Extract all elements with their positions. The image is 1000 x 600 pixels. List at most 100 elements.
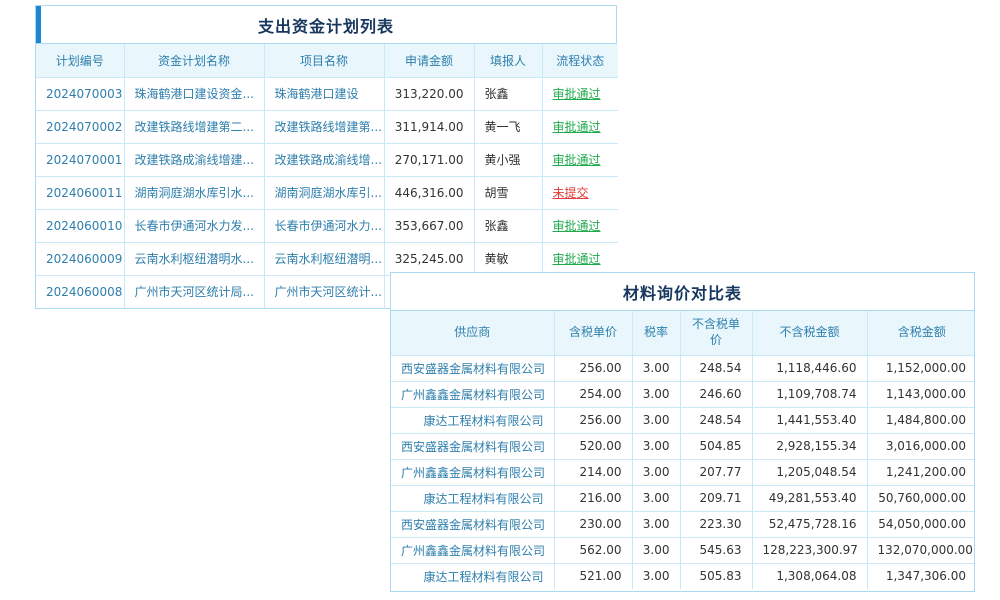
amount-without-tax-cell: 1,118,446.60 (752, 355, 867, 381)
supplier-link[interactable]: 西安盛器金属材料有限公司 (391, 355, 554, 381)
tax-rate-cell: 3.00 (632, 563, 680, 589)
table-row: 康达工程材料有限公司256.003.00248.541,441,553.401,… (391, 407, 975, 433)
price-with-tax-cell: 230.00 (554, 511, 632, 537)
price-with-tax-cell: 521.00 (554, 563, 632, 589)
status-link[interactable]: 未提交 (542, 176, 618, 209)
status-link[interactable]: 审批通过 (542, 143, 618, 176)
expenditure-plan-title: 支出资金计划列表 (258, 13, 394, 37)
project-name-link[interactable]: 云南水利枢纽潜明... (264, 242, 384, 275)
table-row: 2024060011湖南洞庭湖水库引水...湖南洞庭湖水库引...446,316… (36, 176, 618, 209)
amount-cell: 353,667.00 (384, 209, 474, 242)
price-without-tax-cell: 207.77 (680, 459, 752, 485)
fund-name-link[interactable]: 云南水利枢纽潜明水... (124, 242, 264, 275)
fund-name-link[interactable]: 珠海鹤港口建设资金... (124, 77, 264, 110)
price-without-tax-cell: 248.54 (680, 407, 752, 433)
column-header: 含税单价 (554, 311, 632, 355)
plan-no-link[interactable]: 2024070001 (36, 143, 124, 176)
project-name-link[interactable]: 广州市天河区统计... (264, 275, 384, 308)
plan-no-link[interactable]: 2024060011 (36, 176, 124, 209)
plan-no-link[interactable]: 2024070003 (36, 77, 124, 110)
supplier-link[interactable]: 康达工程材料有限公司 (391, 485, 554, 511)
table-row: 2024070001改建铁路成渝线增建...改建铁路成渝线增...270,171… (36, 143, 618, 176)
table-row: 广州鑫鑫金属材料有限公司254.003.00246.601,109,708.74… (391, 381, 975, 407)
price-with-tax-cell: 216.00 (554, 485, 632, 511)
amount-with-tax-cell: 1,152,000.00 (867, 355, 975, 381)
supplier-link[interactable]: 西安盛器金属材料有限公司 (391, 511, 554, 537)
table-row: 康达工程材料有限公司216.003.00209.7149,281,553.405… (391, 485, 975, 511)
header-row: 供应商含税单价税率不含税单价不含税金额含税金额 (391, 311, 975, 355)
column-header: 税率 (632, 311, 680, 355)
plan-no-link[interactable]: 2024060009 (36, 242, 124, 275)
price-without-tax-cell: 246.60 (680, 381, 752, 407)
amount-without-tax-cell: 2,928,155.34 (752, 433, 867, 459)
project-name-link[interactable]: 改建铁路成渝线增... (264, 143, 384, 176)
project-name-link[interactable]: 珠海鹤港口建设 (264, 77, 384, 110)
table-row: 西安盛器金属材料有限公司256.003.00248.541,118,446.60… (391, 355, 975, 381)
price-with-tax-cell: 256.00 (554, 355, 632, 381)
amount-with-tax-cell: 3,016,000.00 (867, 433, 975, 459)
price-with-tax-cell: 254.00 (554, 381, 632, 407)
price-without-tax-cell: 248.54 (680, 355, 752, 381)
table-row: 西安盛器金属材料有限公司230.003.00223.3052,475,728.1… (391, 511, 975, 537)
expenditure-plan-table-header: 计划编号资金计划名称项目名称申请金额填报人流程状态 (36, 44, 618, 77)
amount-with-tax-cell: 54,050,000.00 (867, 511, 975, 537)
project-name-link[interactable]: 改建铁路线增建第... (264, 110, 384, 143)
column-header: 含税金额 (867, 311, 975, 355)
reporter-cell: 张鑫 (474, 209, 542, 242)
status-link[interactable]: 审批通过 (542, 209, 618, 242)
project-name-link[interactable]: 长春市伊通河水力... (264, 209, 384, 242)
amount-cell: 446,316.00 (384, 176, 474, 209)
fund-name-link[interactable]: 改建铁路成渝线增建... (124, 143, 264, 176)
column-header: 项目名称 (264, 44, 384, 77)
fund-name-link[interactable]: 长春市伊通河水力发... (124, 209, 264, 242)
supplier-link[interactable]: 广州鑫鑫金属材料有限公司 (391, 459, 554, 485)
tax-rate-cell: 3.00 (632, 537, 680, 563)
table-row: 广州鑫鑫金属材料有限公司562.003.00545.63128,223,300.… (391, 537, 975, 563)
supplier-link[interactable]: 广州鑫鑫金属材料有限公司 (391, 537, 554, 563)
reporter-cell: 黄小强 (474, 143, 542, 176)
amount-with-tax-cell: 50,760,000.00 (867, 485, 975, 511)
amount-without-tax-cell: 52,475,728.16 (752, 511, 867, 537)
amount-with-tax-cell: 1,241,200.00 (867, 459, 975, 485)
fund-name-link[interactable]: 改建铁路线增建第二... (124, 110, 264, 143)
tax-rate-cell: 3.00 (632, 459, 680, 485)
amount-cell: 313,220.00 (384, 77, 474, 110)
fund-name-link[interactable]: 湖南洞庭湖水库引水... (124, 176, 264, 209)
column-header: 不含税金额 (752, 311, 867, 355)
amount-without-tax-cell: 128,223,300.97 (752, 537, 867, 563)
table-row: 2024060010长春市伊通河水力发...长春市伊通河水力...353,667… (36, 209, 618, 242)
status-link[interactable]: 审批通过 (542, 242, 618, 275)
fund-name-link[interactable]: 广州市天河区统计局... (124, 275, 264, 308)
supplier-link[interactable]: 康达工程材料有限公司 (391, 563, 554, 589)
plan-no-link[interactable]: 2024060008 (36, 275, 124, 308)
column-header: 填报人 (474, 44, 542, 77)
plan-no-link[interactable]: 2024060010 (36, 209, 124, 242)
material-quote-title-bar: 材料询价对比表 (391, 273, 974, 311)
reporter-cell: 张鑫 (474, 77, 542, 110)
supplier-link[interactable]: 康达工程材料有限公司 (391, 407, 554, 433)
status-link[interactable]: 审批通过 (542, 77, 618, 110)
project-name-link[interactable]: 湖南洞庭湖水库引... (264, 176, 384, 209)
status-link[interactable]: 审批通过 (542, 110, 618, 143)
expenditure-plan-panel: 支出资金计划列表 计划编号资金计划名称项目名称申请金额填报人流程状态 20240… (35, 5, 617, 309)
table-row: 广州鑫鑫金属材料有限公司214.003.00207.771,205,048.54… (391, 459, 975, 485)
tax-rate-cell: 3.00 (632, 355, 680, 381)
tax-rate-cell: 3.00 (632, 485, 680, 511)
material-quote-table-header: 供应商含税单价税率不含税单价不含税金额含税金额 (391, 311, 975, 355)
price-with-tax-cell: 256.00 (554, 407, 632, 433)
expenditure-plan-title-bar: 支出资金计划列表 (36, 6, 616, 44)
column-header: 供应商 (391, 311, 554, 355)
reporter-cell: 黄一飞 (474, 110, 542, 143)
column-header: 申请金额 (384, 44, 474, 77)
price-without-tax-cell: 505.83 (680, 563, 752, 589)
material-quote-title: 材料询价对比表 (623, 280, 742, 304)
amount-without-tax-cell: 1,441,553.40 (752, 407, 867, 433)
amount-cell: 311,914.00 (384, 110, 474, 143)
plan-no-link[interactable]: 2024070002 (36, 110, 124, 143)
supplier-link[interactable]: 西安盛器金属材料有限公司 (391, 433, 554, 459)
supplier-link[interactable]: 广州鑫鑫金属材料有限公司 (391, 381, 554, 407)
tax-rate-cell: 3.00 (632, 407, 680, 433)
material-quote-table-body: 西安盛器金属材料有限公司256.003.00248.541,118,446.60… (391, 355, 975, 589)
column-header: 计划编号 (36, 44, 124, 77)
amount-without-tax-cell: 1,205,048.54 (752, 459, 867, 485)
